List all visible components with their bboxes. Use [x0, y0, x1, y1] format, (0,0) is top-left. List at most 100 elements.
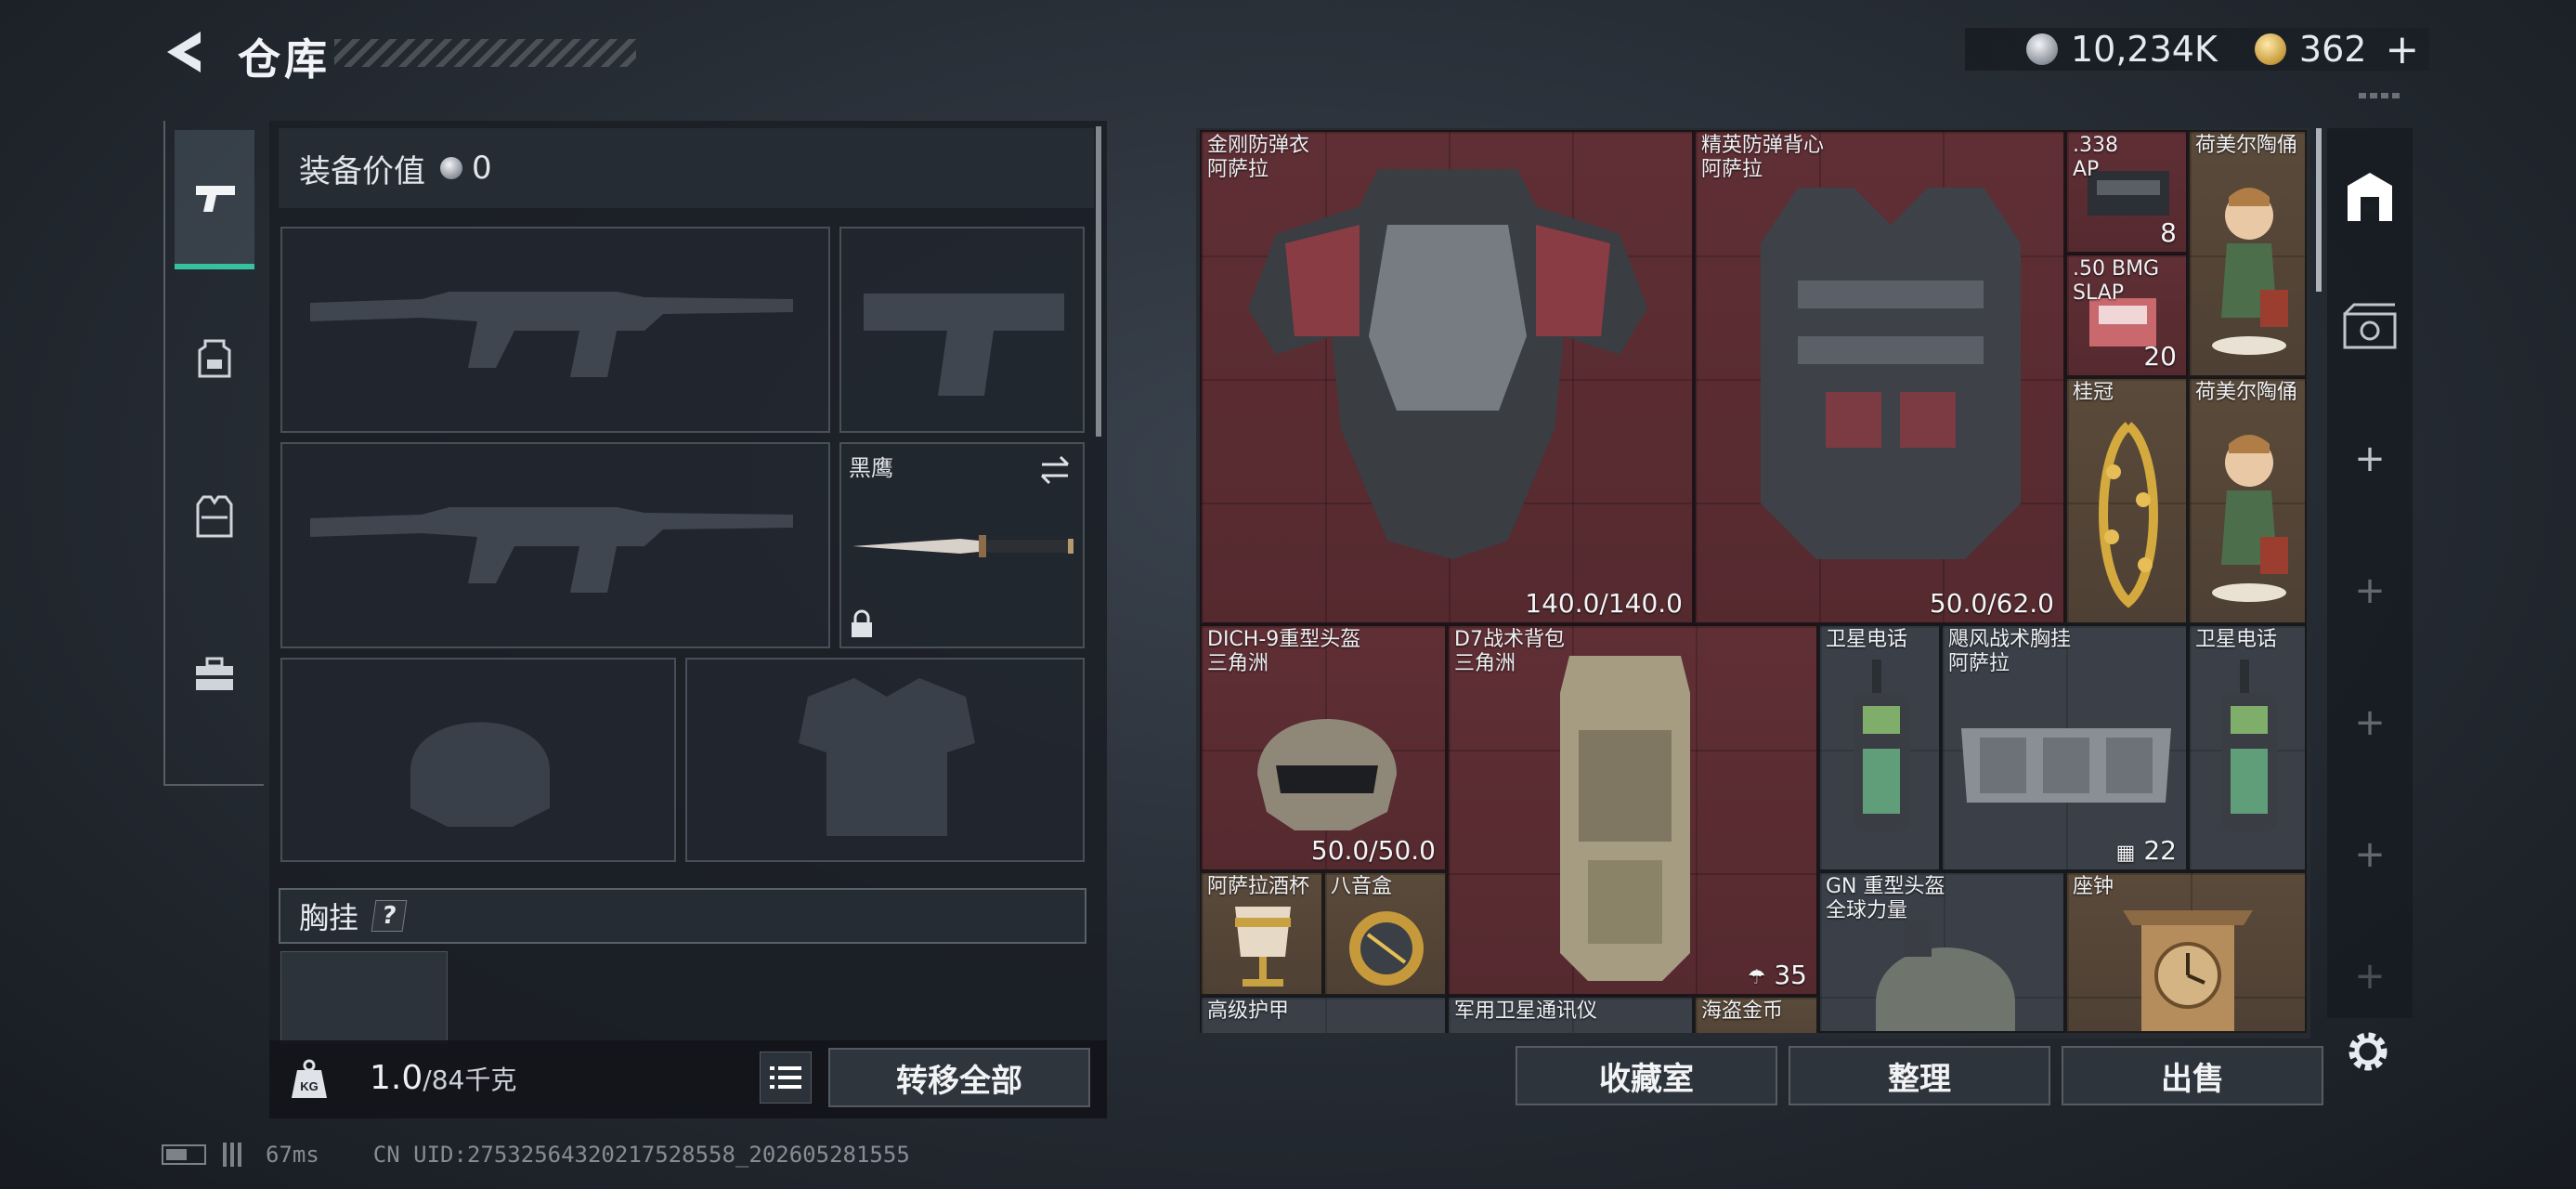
silver-currency-amount: 10,234K — [2071, 29, 2218, 70]
add-tab-button[interactable]: + — [2327, 934, 2413, 1018]
item-cell[interactable]: 荷美尔陶俑 — [2188, 130, 2307, 377]
item-cell[interactable]: 海盗金币 — [1694, 996, 1818, 1033]
sort-button[interactable]: 整理 — [1789, 1046, 2050, 1105]
item-name: 阿萨拉酒杯 — [1207, 875, 1310, 898]
tab-warehouse-secondary[interactable] — [2327, 275, 2413, 379]
toolbox-icon — [196, 657, 233, 690]
help-icon[interactable]: ? — [371, 900, 408, 932]
item-name: 桂冠 — [2073, 381, 2114, 404]
armor-silhouette-icon — [799, 678, 975, 836]
item-cell[interactable]: .338 AP 8 — [2065, 130, 2188, 254]
armor-slot[interactable] — [685, 658, 1085, 862]
backpack-icon — [198, 339, 231, 378]
category-backpack[interactable] — [175, 288, 254, 427]
melee-slot[interactable]: 黑鹰 — [839, 442, 1085, 648]
weight-max: /84千克 — [423, 1065, 517, 1095]
rail-handle — [2359, 93, 2400, 98]
add-tab-button[interactable]: + — [2327, 803, 2413, 907]
item-durability: 140.0/140.0 — [1525, 588, 1683, 619]
satellite-phone-image — [2221, 660, 2277, 832]
backpack-image — [1560, 656, 1690, 981]
item-cell[interactable]: 桂冠 — [2065, 377, 2188, 624]
item-name: GN 重型头盔 全球力量 — [1826, 875, 1945, 922]
category-toolbox[interactable] — [175, 604, 254, 743]
satellite-phone-image — [1854, 660, 1909, 832]
item-durability: 50.0/62.0 — [1929, 588, 2054, 619]
chest-rig-slot[interactable] — [280, 951, 448, 1044]
item-capacity: ☂ 35 — [1747, 960, 1807, 990]
figurine-image — [2212, 435, 2288, 602]
item-name: 荷美尔陶俑 — [2195, 134, 2298, 157]
vault-icon — [2343, 303, 2397, 349]
item-name: 金刚防弹衣 阿萨拉 — [1207, 134, 1310, 181]
gold-coin-icon — [2254, 33, 2286, 65]
warehouse-icon — [2348, 173, 2392, 221]
item-cell[interactable]: 八音盒 — [1323, 871, 1447, 996]
sidearm-slot[interactable] — [839, 227, 1085, 433]
helmet-image — [1257, 719, 1397, 830]
list-view-button[interactable] — [760, 1052, 812, 1104]
item-cell[interactable]: D7战术背包 三角洲 ☂ 35 — [1447, 624, 1818, 996]
item-count: 20 — [2143, 341, 2177, 372]
helmet-silhouette-icon — [410, 722, 550, 827]
warehouse-scrollbar[interactable] — [2316, 128, 2322, 292]
item-name: 卫星电话 — [1826, 628, 1908, 651]
ping-readout: 67ms — [266, 1142, 319, 1168]
item-name: DICH-9重型头盔 三角洲 — [1207, 628, 1361, 675]
title-decoration — [334, 39, 636, 67]
tab-warehouse-main[interactable] — [2327, 145, 2413, 249]
item-cell[interactable]: 精英防弹背心 阿萨拉 50.0/62.0 — [1694, 130, 2065, 624]
pistol-silhouette-icon — [864, 294, 1064, 396]
item-cell[interactable]: .50 BMG SLAP 20 — [2065, 254, 2188, 377]
item-cell[interactable]: DICH-9重型头盔 三角洲 50.0/50.0 — [1200, 624, 1447, 871]
item-cell[interactable]: 阿萨拉酒杯 — [1200, 871, 1323, 996]
status-strip: 67ms CN UID:27532564320217528558_2026052… — [162, 1139, 910, 1170]
chest-rig-section[interactable]: 胸挂 ? — [279, 888, 1086, 944]
sell-button[interactable]: 出售 — [2062, 1046, 2323, 1105]
silver-coin-icon — [440, 157, 462, 179]
primary-weapon-slot[interactable] — [280, 227, 830, 433]
silver-coin-icon — [2026, 33, 2058, 65]
item-cell[interactable]: 卫星电话 — [1818, 624, 1941, 871]
battery-icon — [162, 1144, 206, 1165]
settings-gear-icon[interactable] — [2344, 1027, 2392, 1076]
body-armor-image — [1248, 169, 1647, 559]
item-name: 高级护甲 — [1207, 1000, 1290, 1023]
category-weapons[interactable] — [175, 130, 254, 269]
page-title: 仓库 — [238, 34, 331, 85]
item-count: 8 — [2160, 217, 2177, 248]
item-cell[interactable]: 座钟 — [2065, 871, 2307, 1033]
item-name: 卫星电话 — [2195, 628, 2278, 651]
item-cell[interactable]: 卫星电话 — [2188, 624, 2307, 871]
add-currency-button[interactable]: + — [2385, 26, 2419, 73]
chest-rig-image — [1961, 728, 2171, 803]
item-cell[interactable]: 军用卫星通讯仪 — [1447, 996, 1694, 1033]
add-tab-button[interactable]: + — [2327, 539, 2413, 643]
loadout-scrollbar[interactable] — [1096, 126, 1101, 437]
category-vest[interactable] — [175, 446, 254, 585]
secondary-weapon-slot[interactable] — [280, 442, 830, 648]
collection-room-button[interactable]: 收藏室 — [1516, 1046, 1777, 1105]
mantel-clock-image — [2123, 910, 2253, 1031]
rifle-silhouette-icon — [310, 292, 793, 377]
lock-icon — [852, 609, 872, 637]
back-arrow-icon[interactable] — [160, 26, 208, 78]
item-cell[interactable]: 金刚防弹衣 阿萨拉 140.0/140.0 — [1200, 130, 1694, 624]
user-uid: CN UID:27532564320217528558_202605281555 — [372, 1142, 910, 1168]
helmet-slot[interactable] — [280, 658, 676, 862]
item-cell[interactable]: 高级护甲 — [1200, 996, 1447, 1033]
transfer-all-button[interactable]: 转移全部 — [828, 1048, 1090, 1107]
chest-rig-label: 胸挂 — [299, 900, 359, 935]
add-tab-button[interactable]: + — [2327, 671, 2413, 775]
equipment-value-header: 装备价值 0 — [279, 128, 1094, 208]
weight-readout: 1.0/84千克 — [370, 1059, 516, 1097]
item-cell[interactable]: GN 重型头盔 全球力量 — [1818, 871, 2065, 1033]
item-cell[interactable]: 飓风战术胸挂 阿萨拉 ▦ 22 — [1941, 624, 2188, 871]
swap-icon[interactable] — [1036, 451, 1073, 489]
weight-icon: KG — [292, 1059, 327, 1098]
knife-image — [852, 535, 1073, 557]
add-tab-button[interactable]: + — [2327, 407, 2413, 511]
item-cell[interactable]: 荷美尔陶俑 — [2188, 377, 2307, 624]
figurine-image — [2212, 188, 2288, 355]
warehouse-grid: 金刚防弹衣 阿萨拉 140.0/140.0 精英防弹背心 阿萨拉 50.0/62… — [1200, 130, 2307, 1033]
